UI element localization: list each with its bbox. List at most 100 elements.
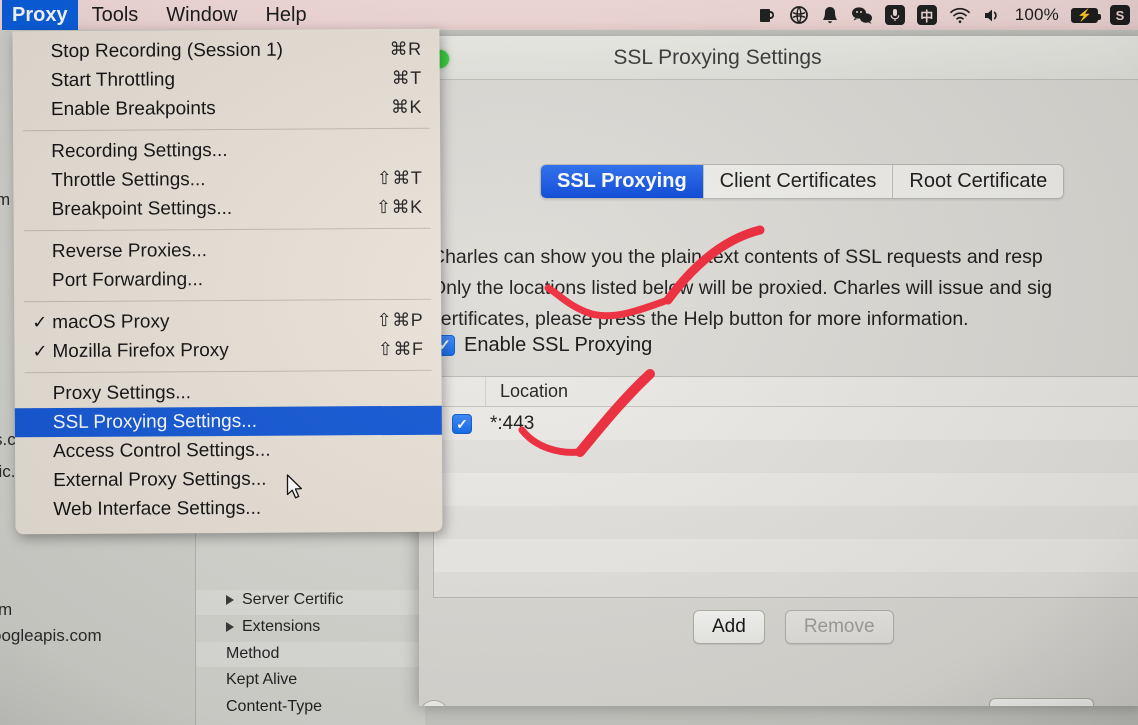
add-button[interactable]: Add xyxy=(693,610,765,644)
location-table-header: Location xyxy=(434,377,1138,407)
menu-item-shortcut: ⌘T xyxy=(391,67,422,88)
disclosure-triangle-icon[interactable] xyxy=(226,595,234,605)
menu-item-label: Recording Settings... xyxy=(51,139,228,162)
menu-item-breakpoint-settings[interactable]: Breakpoint Settings... ⇧⌘K xyxy=(13,193,440,225)
description-line-1: Charles can show you the plain text cont… xyxy=(431,246,1043,268)
menu-item-label: External Proxy Settings... xyxy=(53,468,267,491)
disclosure-triangle-icon[interactable] xyxy=(226,622,234,632)
menu-item-access-control-settings[interactable]: Access Control Settings... xyxy=(15,435,442,467)
table-row-empty xyxy=(434,440,1138,473)
help-button[interactable]: ? xyxy=(419,700,449,706)
location-row-value: *:443 xyxy=(490,412,535,434)
menu-item-label: Start Throttling xyxy=(50,68,176,91)
menu-item-start-throttling[interactable]: Start Throttling ⌘T xyxy=(13,64,440,96)
location-row-checkbox[interactable]: ✓ xyxy=(452,413,472,434)
menu-item-macos-proxy[interactable]: ✓ macOS Proxy ⇧⌘P xyxy=(14,306,441,338)
menu-item-external-proxy-settings[interactable]: External Proxy Settings... xyxy=(15,464,442,496)
bg-tree-row-2[interactable]: Method xyxy=(226,645,279,663)
bg-tree-row-1[interactable]: Extensions xyxy=(226,618,320,636)
bg-tree-row-label: Method xyxy=(226,645,280,662)
menu-item-shortcut: ⌘R xyxy=(389,38,422,60)
menu-separator xyxy=(23,127,431,132)
enable-ssl-proxying-label: Enable SSL Proxying xyxy=(464,334,653,356)
battery-percent-label: 100% xyxy=(1014,5,1059,24)
menu-item-proxy-settings[interactable]: Proxy Settings... xyxy=(15,377,442,409)
menu-item-shortcut: ⇧⌘K xyxy=(375,196,423,218)
menu-item-web-interface-settings[interactable]: Web Interface Settings... xyxy=(15,493,442,525)
tab-ssl-proxying[interactable]: SSL Proxying xyxy=(541,165,704,198)
sourcetree-icon[interactable]: S xyxy=(1110,5,1130,25)
menu-separator xyxy=(23,227,431,232)
wifi-icon[interactable] xyxy=(949,7,971,24)
menu-item-port-forwarding[interactable]: Port Forwarding... xyxy=(14,264,441,296)
chinese-input-icon[interactable]: 中 xyxy=(916,5,937,25)
volume-icon[interactable] xyxy=(983,7,1003,24)
menu-item-ssl-proxying-settings[interactable]: SSL Proxying Settings... xyxy=(14,405,442,438)
menu-item-label: SSL Proxying Settings... xyxy=(52,410,258,433)
bg-tree-row-label: Content-Type xyxy=(226,698,323,715)
menu-item-reverse-proxies[interactable]: Reverse Proxies... xyxy=(14,235,441,267)
menu-separator xyxy=(24,369,432,374)
dialog-description: Charles can show you the plain text cont… xyxy=(431,242,1138,335)
screen: s.com sic.qq m oogleapis.com m Server Ce… xyxy=(0,0,1138,725)
description-line-3: certificates, please press the Help butt… xyxy=(431,308,969,330)
bg-tree-row-3[interactable]: Kept Alive xyxy=(226,671,297,689)
location-actions: Add Remove xyxy=(693,610,894,644)
bg-host-fragment-4: oogleapis.com xyxy=(0,626,102,645)
location-table[interactable]: Location ✓ *:443 xyxy=(433,376,1138,598)
menu-item-mozilla-firefox-proxy[interactable]: ✓ Mozilla Firefox Proxy ⇧⌘F xyxy=(14,335,441,367)
dialog-tabbar: SSL Proxying Client Certificates Root Ce… xyxy=(540,164,1065,199)
menu-item-recording-settings[interactable]: Recording Settings... xyxy=(13,135,440,167)
tab-client-certificates[interactable]: Client Certificates xyxy=(703,165,894,198)
bg-tree-row-4[interactable]: Content-Type xyxy=(226,698,322,716)
bg-host-fragment-3: m xyxy=(0,600,13,619)
menu-item-label: macOS Proxy xyxy=(52,310,170,333)
bg-tree-row-label: Kept Alive xyxy=(226,671,298,688)
menu-item-shortcut: ⇧⌘T xyxy=(376,167,423,189)
location-header-location: Location xyxy=(500,381,569,401)
menu-item-check: ✓ xyxy=(32,312,48,333)
menu-item-label: Access Control Settings... xyxy=(52,439,271,462)
menubar-item-help[interactable]: Help xyxy=(251,0,320,30)
dialog-title: SSL Proxying Settings xyxy=(613,46,822,69)
menu-item-shortcut: ⇧⌘F xyxy=(377,338,424,360)
bg-tree-row-label: Server Certific xyxy=(242,591,344,608)
menu-item-label: Enable Breakpoints xyxy=(50,97,216,120)
location-header-checkbox-col xyxy=(434,377,486,407)
menu-item-enable-breakpoints[interactable]: Enable Breakpoints ⌘K xyxy=(13,93,440,125)
menu-item-shortcut: ⌘K xyxy=(390,96,422,117)
microphone-icon[interactable] xyxy=(884,5,905,25)
menubar-item-window[interactable]: Window xyxy=(152,0,251,30)
enable-ssl-proxying-row[interactable]: ✓ Enable SSL Proxying xyxy=(434,334,652,357)
wechat-icon[interactable] xyxy=(851,5,873,25)
bell-icon[interactable] xyxy=(821,5,839,25)
menu-item-label: Port Forwarding... xyxy=(51,268,204,291)
table-row-empty xyxy=(434,473,1138,506)
dropbox-icon[interactable] xyxy=(789,5,809,25)
menu-item-throttle-settings[interactable]: Throttle Settings... ⇧⌘T xyxy=(13,164,440,196)
ssl-proxying-settings-dialog: SSL Proxying Settings SSL Proxying Clien… xyxy=(419,36,1138,706)
battery-charging-icon[interactable]: ⚡ xyxy=(1071,7,1101,23)
menu-item-check: ✓ xyxy=(32,341,48,362)
menu-item-label: Mozilla Firefox Proxy xyxy=(52,339,229,362)
menu-item-label: Stop Recording (Session 1) xyxy=(50,39,283,62)
menu-separator xyxy=(24,298,432,303)
dialog-footer-left: ? xyxy=(419,700,469,706)
menubar-item-tools[interactable]: Tools xyxy=(78,0,153,30)
menu-item-stop-recording[interactable]: Stop Recording (Session 1) ⌘R xyxy=(13,35,440,67)
tab-root-certificate[interactable]: Root Certificate xyxy=(893,165,1064,198)
proxy-dropdown-menu: Stop Recording (Session 1) ⌘R Start Thro… xyxy=(12,28,443,535)
bg-host-fragment-0: m xyxy=(0,190,11,209)
charles-jug-icon[interactable] xyxy=(757,5,777,25)
dialog-footer-right: Cancel xyxy=(988,698,1138,706)
menubar-item-proxy[interactable]: Proxy xyxy=(2,0,78,30)
dialog-body: SSL Proxying Client Certificates Root Ce… xyxy=(419,80,1138,706)
table-row[interactable]: ✓ *:443 xyxy=(434,407,1138,440)
bg-tree-row-0[interactable]: Server Certific xyxy=(226,591,343,609)
menu-item-label: Web Interface Settings... xyxy=(53,497,262,520)
menu-item-label: Breakpoint Settings... xyxy=(51,197,233,220)
cancel-button[interactable]: Cancel xyxy=(988,698,1094,706)
menubar-status-area: 中 100% ⚡ S xyxy=(757,0,1134,30)
table-row-empty xyxy=(434,572,1138,597)
menu-item-label: Reverse Proxies... xyxy=(51,239,208,262)
